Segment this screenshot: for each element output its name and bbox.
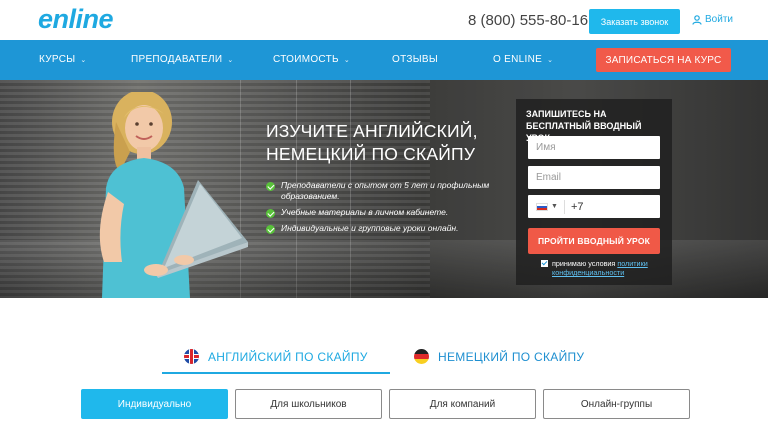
- nav-item-about[interactable]: О ENLINE ⌄: [493, 54, 553, 65]
- tab-label: АНГЛИЙСКИЙ ПО СКАЙПУ: [208, 349, 368, 364]
- hero-title-line-2: НЕМЕЦКИЙ ПО СКАЙПУ: [266, 144, 476, 164]
- nav-item-courses[interactable]: КУРСЫ ⌄: [39, 54, 87, 65]
- list-item: Индивидуальные и групповые уроки онлайн.: [266, 223, 510, 234]
- subtab-online-groups[interactable]: Онлайн-группы: [543, 389, 690, 419]
- nav-item-pricing[interactable]: СТОИМОСТЬ ⌄: [273, 54, 350, 65]
- check-icon: [266, 182, 275, 191]
- nav-item-label: О ENLINE: [493, 54, 543, 65]
- hero-title-line-1: ИЗУЧИТЕ АНГЛИЙСКИЙ,: [266, 121, 478, 141]
- hero-features-list: Преподаватели с опытом от 5 лет и профил…: [266, 180, 510, 239]
- hero-title: ИЗУЧИТЕ АНГЛИЙСКИЙ, НЕМЕЦКИЙ ПО СКАЙПУ: [266, 120, 506, 166]
- phone-field[interactable]: ▼ +7: [528, 195, 660, 218]
- tab-label: НЕМЕЦКИЙ ПО СКАЙПУ: [438, 349, 585, 364]
- privacy-agreement: принимаю условия политики конфиденциальн…: [541, 259, 666, 277]
- russia-flag-icon[interactable]: [536, 202, 548, 211]
- active-tab-underline: [162, 372, 390, 374]
- phone-code: +7: [570, 200, 584, 213]
- login-link[interactable]: Войти: [692, 14, 733, 25]
- phone-number[interactable]: 8 (800) 555-80-16: [468, 12, 588, 29]
- logo[interactable]: enline: [38, 4, 114, 35]
- login-label: Войти: [705, 14, 733, 25]
- list-item: Преподаватели с опытом от 5 лет и профил…: [266, 180, 510, 202]
- name-placeholder: Имя: [536, 142, 556, 153]
- submit-intro-lesson-button[interactable]: ПРОЙТИ ВВОДНЫЙ УРОК: [528, 228, 660, 254]
- callback-button[interactable]: Заказать звонок: [589, 9, 680, 34]
- feature-text: Учебные материалы в личном кабинете.: [281, 207, 449, 217]
- agree-label: принимаю условия: [552, 259, 616, 268]
- woman-with-laptop-image: [99, 92, 248, 298]
- chevron-down-icon: ⌄: [227, 56, 234, 64]
- feature-text: Преподаватели с опытом от 5 лет и профил…: [281, 180, 490, 201]
- agree-text: принимаю условия политики конфиденциальн…: [552, 259, 666, 277]
- chevron-down-icon: ⌄: [80, 56, 87, 64]
- germany-flag-icon: [414, 349, 429, 364]
- check-icon: [266, 209, 275, 218]
- agree-checkbox[interactable]: [541, 260, 548, 267]
- nav-item-teachers[interactable]: ПРЕПОДАВАТЕЛИ ⌄: [131, 54, 234, 65]
- nav-item-label: СТОИМОСТЬ: [273, 54, 339, 65]
- nav-item-reviews[interactable]: ОТЗЫВЫ: [392, 54, 438, 65]
- chevron-down-icon: ⌄: [343, 56, 351, 64]
- chevron-down-icon: ⌄: [547, 56, 554, 64]
- nav-item-label: КУРСЫ: [39, 54, 76, 65]
- user-icon: [692, 14, 702, 25]
- tab-german[interactable]: НЕМЕЦКИЙ ПО СКАЙПУ: [414, 349, 584, 364]
- name-field[interactable]: Имя: [528, 136, 660, 159]
- feature-text: Индивидуальные и групповые уроки онлайн.: [281, 223, 459, 233]
- tab-english[interactable]: АНГЛИЙСКИЙ ПО СКАЙПУ: [184, 349, 368, 364]
- top-header: enline 8 (800) 555-80-16 Заказать звонок…: [0, 0, 768, 40]
- subtab-schoolchildren[interactable]: Для школьников: [235, 389, 382, 419]
- nav-item-label: ПРЕПОДАВАТЕЛИ: [131, 54, 223, 65]
- divider: [563, 199, 565, 214]
- nav-item-label: ОТЗЫВЫ: [392, 54, 438, 65]
- email-placeholder: Email: [536, 172, 562, 183]
- chevron-down-icon[interactable]: ▼: [551, 203, 558, 210]
- list-item: Учебные материалы в личном кабинете.: [266, 207, 510, 218]
- subtab-companies[interactable]: Для компаний: [389, 389, 536, 419]
- subtab-individual[interactable]: Индивидуально: [81, 389, 228, 419]
- enroll-button[interactable]: ЗАПИСАТЬСЯ НА КУРС: [596, 48, 731, 72]
- check-icon: [266, 225, 275, 234]
- uk-flag-icon: [184, 349, 199, 364]
- signup-form: ЗАПИШИТЕСЬ НА БЕСПЛАТНЫЙ ВВОДНЫЙ УРОК: [516, 99, 672, 285]
- email-field[interactable]: Email: [528, 166, 660, 189]
